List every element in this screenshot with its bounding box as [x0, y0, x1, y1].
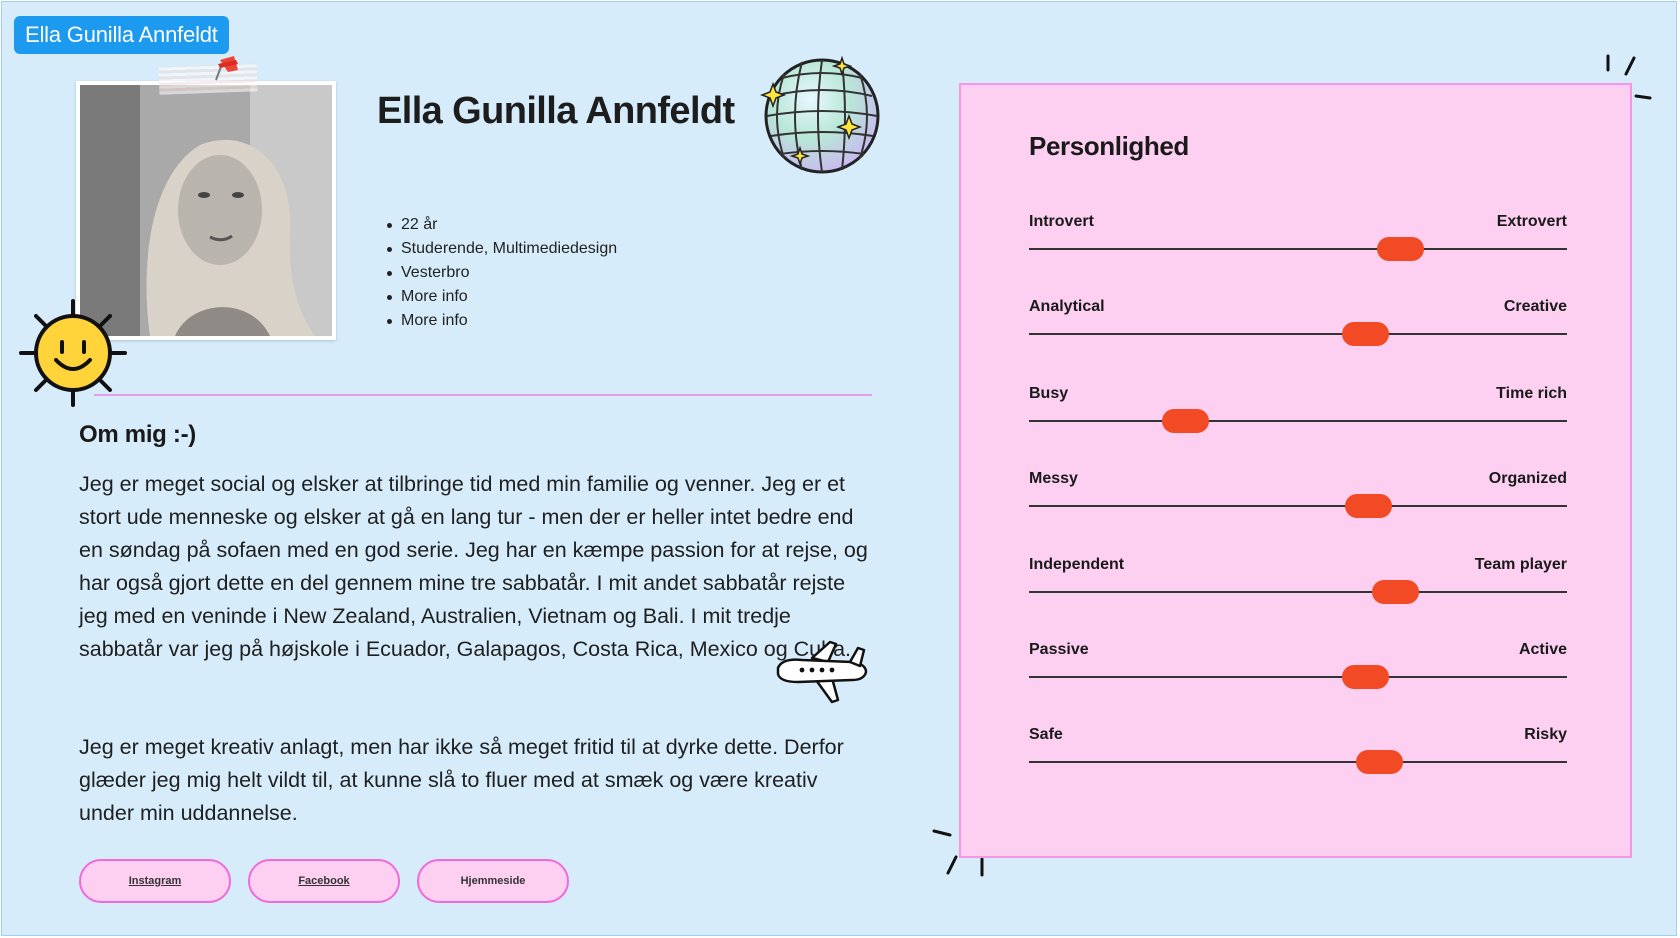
slider-right-label: Team player [1474, 556, 1567, 573]
slider-left-label: Analytical [1029, 298, 1105, 315]
slider-thumb[interactable] [1371, 580, 1419, 604]
slider-track[interactable] [1029, 505, 1567, 507]
slider-track[interactable] [1029, 420, 1567, 422]
personality-slider[interactable]: Messy Organized [1029, 470, 1567, 530]
personality-slider[interactable]: Busy Time rich [1029, 385, 1567, 445]
personality-slider[interactable]: Safe Risky [1029, 726, 1567, 786]
slider-left-label: Independent [1029, 556, 1125, 573]
slider-right-label: Creative [1503, 298, 1567, 315]
fact-location: Vesterbro [386, 261, 617, 285]
slider-right-label: Time rich [1496, 385, 1567, 402]
about-paragraph: Jeg er meget kreativ anlagt, men har ikk… [79, 735, 844, 825]
slider-left-label: Passive [1029, 641, 1089, 658]
personality-slider[interactable]: Passive Active [1029, 641, 1567, 701]
personality-slider[interactable]: Independent Team player [1029, 556, 1567, 616]
social-links: Instagram Facebook Hjemmeside [79, 859, 569, 903]
personality-heading: Personlighed [1029, 131, 1189, 161]
about-paragraph: Jeg er meget social og elsker at tilbrin… [79, 472, 868, 661]
airplane-icon [772, 640, 872, 711]
slider-track[interactable] [1029, 248, 1567, 250]
personality-slider[interactable]: Introvert Extrovert [1029, 213, 1567, 273]
facebook-button[interactable]: Facebook [248, 859, 400, 903]
slider-thumb[interactable] [1355, 750, 1403, 774]
slider-track[interactable] [1029, 591, 1567, 593]
slider-left-label: Busy [1029, 385, 1069, 402]
pushpin-icon [208, 54, 244, 93]
profile-facts-list: 22 år Studerende, Multimediedesign Veste… [386, 213, 617, 333]
fact-more-info: More info [386, 285, 617, 309]
frame-name-tag[interactable]: Ella Gunilla Annfeldt [14, 16, 229, 54]
slider-thumb[interactable] [1162, 409, 1210, 433]
profile-name-heading: Ella Gunilla Annfeldt [377, 90, 735, 132]
personality-slider[interactable]: Analytical Creative [1029, 298, 1567, 358]
fact-age: 22 år [386, 213, 617, 237]
slider-thumb[interactable] [1342, 665, 1390, 689]
section-divider [94, 394, 872, 396]
about-heading: Om mig :-) [79, 421, 196, 448]
slider-thumb[interactable] [1344, 494, 1392, 518]
fact-occupation: Studerende, Multimediedesign [386, 237, 617, 261]
slider-left-label: Messy [1029, 470, 1078, 487]
slider-right-label: Organized [1488, 470, 1567, 487]
fact-more-info: More info [386, 309, 617, 333]
disco-ball-icon [758, 54, 884, 183]
slider-track[interactable] [1029, 333, 1567, 335]
slider-thumb[interactable] [1342, 322, 1390, 346]
personality-panel: Personlighed Introvert Extrovert Analytica… [959, 83, 1632, 858]
slider-left-label: Safe [1029, 726, 1063, 743]
homepage-button[interactable]: Hjemmeside [417, 859, 569, 903]
profile-board: Ella Gunilla Annfeldt Ella Gunilla Annfe… [1, 1, 1677, 936]
slider-right-label: Active [1518, 641, 1567, 658]
slider-thumb[interactable] [1377, 237, 1425, 261]
slider-track[interactable] [1029, 761, 1567, 763]
slider-right-label: Risky [1524, 726, 1567, 743]
slider-left-label: Introvert [1029, 213, 1094, 230]
slider-right-label: Extrovert [1496, 213, 1567, 230]
slider-track[interactable] [1029, 676, 1567, 678]
instagram-button[interactable]: Instagram [79, 859, 231, 903]
